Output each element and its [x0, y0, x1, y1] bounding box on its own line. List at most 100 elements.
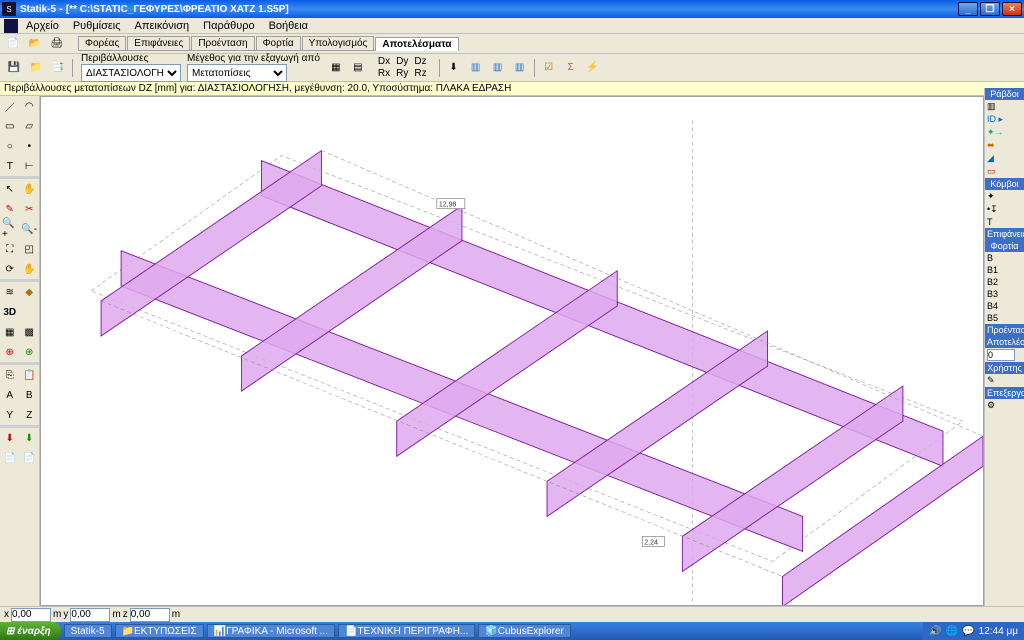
- task-grafika[interactable]: 📊 ΓΡΑΦΙΚΑ - Microsoft ...: [207, 624, 335, 638]
- xrhsths-item[interactable]: ✎: [985, 374, 1024, 387]
- tool-circle[interactable]: ○: [1, 137, 19, 155]
- tray-icon-2[interactable]: 🌐: [946, 626, 958, 637]
- tool-rect[interactable]: ▭: [1, 117, 19, 135]
- tool-copy[interactable]: ⎘: [1, 366, 19, 384]
- komboi-item-2[interactable]: •↧: [985, 203, 1024, 216]
- lightning-icon[interactable]: ⚡: [583, 58, 603, 78]
- system-tray[interactable]: 🔊 🌐 💬 12:44 μμ: [923, 622, 1024, 640]
- tool-axes-a[interactable]: ⊕: [1, 343, 19, 361]
- tab-fortia[interactable]: Φορτία: [256, 36, 301, 50]
- rabdoi-item-3[interactable]: ⬌: [985, 139, 1024, 152]
- result-icon-3[interactable]: ▥: [488, 58, 508, 78]
- tool-poly[interactable]: ▱: [21, 117, 39, 135]
- tool-doc[interactable]: 📄: [1, 449, 19, 467]
- minimize-button[interactable]: _: [958, 2, 978, 16]
- rabdoi-item-2[interactable]: ✦→: [985, 126, 1024, 139]
- tool-node[interactable]: •: [21, 137, 39, 155]
- result-icon-4[interactable]: ▥: [510, 58, 530, 78]
- tool-z[interactable]: Z: [21, 406, 39, 424]
- tool-edit-a[interactable]: ✎: [1, 200, 19, 218]
- r-y[interactable]: Ry: [396, 68, 408, 79]
- folder-icon[interactable]: 📁: [26, 58, 46, 78]
- new-icon[interactable]: 📄: [4, 35, 22, 53]
- d-y[interactable]: Dy: [396, 56, 408, 67]
- fortia-b2[interactable]: B2: [985, 276, 1024, 288]
- r-x[interactable]: Rx: [378, 68, 390, 79]
- save-icon[interactable]: 💾: [4, 58, 24, 78]
- d-z[interactable]: Dz: [414, 56, 426, 67]
- epeks-item[interactable]: ⚙: [985, 399, 1024, 412]
- tool-doc2[interactable]: 📄: [21, 449, 39, 467]
- print-icon[interactable]: 🖨: [48, 35, 66, 53]
- tool-ab2[interactable]: B: [21, 386, 39, 404]
- fortia-b1[interactable]: B1: [985, 264, 1024, 276]
- result-input[interactable]: [987, 349, 1015, 361]
- tool-export-a[interactable]: ⬇: [1, 429, 19, 447]
- apotelesmata-val[interactable]: [985, 348, 1024, 362]
- tool-mesh[interactable]: ▩: [21, 323, 39, 341]
- komboi-item-3[interactable]: T: [985, 216, 1024, 228]
- table-icon[interactable]: ▤: [348, 58, 368, 78]
- tool-paste[interactable]: 📋: [21, 366, 39, 384]
- rabdoi-item-4[interactable]: ◢: [985, 152, 1024, 165]
- tool-rotate[interactable]: ⟳: [1, 260, 19, 278]
- tool-export-b[interactable]: ⬇: [21, 429, 39, 447]
- menu-view[interactable]: Απεικόνιση: [129, 19, 196, 33]
- tool-edit-b[interactable]: ✂: [21, 200, 39, 218]
- tab-epifaneies[interactable]: Επιφάνειες: [127, 36, 190, 50]
- tool-text[interactable]: T: [1, 157, 19, 175]
- tool-y[interactable]: Y: [1, 406, 19, 424]
- tool-zoom-win[interactable]: ◰: [21, 240, 39, 258]
- komboi-item-1[interactable]: ✦: [985, 190, 1024, 203]
- result-icon-1[interactable]: ⬇: [444, 58, 464, 78]
- menu-file[interactable]: Αρχείο: [20, 19, 65, 33]
- check-icon[interactable]: ☑: [539, 58, 559, 78]
- maximize-button[interactable]: ❐: [980, 2, 1000, 16]
- d-x[interactable]: Dx: [378, 56, 390, 67]
- combo-envelopes[interactable]: ΔΙΑΣΤΑΣΙΟΛΟΓΗΣΗ: [81, 64, 181, 82]
- menu-help[interactable]: Βοήθεια: [263, 19, 314, 33]
- page-icon[interactable]: 📑: [48, 58, 68, 78]
- coord-z-input[interactable]: [130, 608, 170, 622]
- coord-x-input[interactable]: [11, 608, 51, 622]
- tool-zoom-ext[interactable]: ⛶: [1, 240, 19, 258]
- tool-ab[interactable]: A: [1, 386, 19, 404]
- tab-apotelesmata[interactable]: Αποτελέσματα: [375, 37, 458, 51]
- task-ektyposeis[interactable]: 📁 ΕΚΤΥΠΩΣΕΙΣ: [115, 624, 204, 638]
- tool-render[interactable]: ▦: [1, 323, 19, 341]
- tool-arc[interactable]: ◠: [21, 97, 39, 115]
- task-cubus[interactable]: 🧊 CubusExplorer: [478, 624, 571, 638]
- fortia-b3[interactable]: B3: [985, 288, 1024, 300]
- r-z[interactable]: Rz: [414, 68, 426, 79]
- tool-pan[interactable]: ✋: [21, 180, 39, 198]
- tool-axes-b[interactable]: ⊕: [21, 343, 39, 361]
- rabdoi-item-1[interactable]: ▥: [985, 100, 1024, 113]
- tool-layer[interactable]: ≋: [1, 283, 19, 301]
- task-statik5[interactable]: Statik-5: [64, 624, 112, 638]
- tool-line[interactable]: ／: [1, 97, 19, 115]
- combo-quantity[interactable]: Μετατοπίσεις: [187, 64, 287, 82]
- tool-zoom-in[interactable]: 🔍+: [1, 220, 18, 238]
- start-button[interactable]: ⊞έναρξη: [0, 622, 61, 640]
- fortia-b5[interactable]: B5: [985, 312, 1024, 324]
- result-icon-2[interactable]: ▥: [466, 58, 486, 78]
- sigma-icon[interactable]: Σ: [561, 58, 581, 78]
- tray-icon-1[interactable]: 🔊: [929, 626, 941, 637]
- tool-dim[interactable]: ⊢: [21, 157, 39, 175]
- tray-icon-3[interactable]: 💬: [962, 626, 974, 637]
- tab-foreas[interactable]: Φορέας: [78, 36, 126, 50]
- tool-color[interactable]: ◆: [21, 283, 39, 301]
- rabdoi-item-id[interactable]: ID ▸: [985, 113, 1024, 126]
- tab-ypologismos[interactable]: Υπολογισμός: [302, 36, 375, 50]
- viewport[interactable]: 12,98 2,24: [40, 96, 984, 606]
- tool-hand[interactable]: ✋: [21, 260, 39, 278]
- fortia-b[interactable]: B: [985, 252, 1024, 264]
- tool-zoom-out[interactable]: 🔍-: [20, 220, 38, 238]
- open-icon[interactable]: 📂: [26, 35, 44, 53]
- coord-y-input[interactable]: [70, 608, 110, 622]
- close-button[interactable]: ×: [1002, 2, 1022, 16]
- rabdoi-item-5[interactable]: ▭: [985, 165, 1024, 178]
- task-texniki[interactable]: 📄 ΤΕΧΝΙΚΗ ΠΕΡΙΓΡΑΦΗ...: [338, 624, 475, 638]
- fortia-b4[interactable]: B4: [985, 300, 1024, 312]
- tool-select[interactable]: ↖: [1, 180, 19, 198]
